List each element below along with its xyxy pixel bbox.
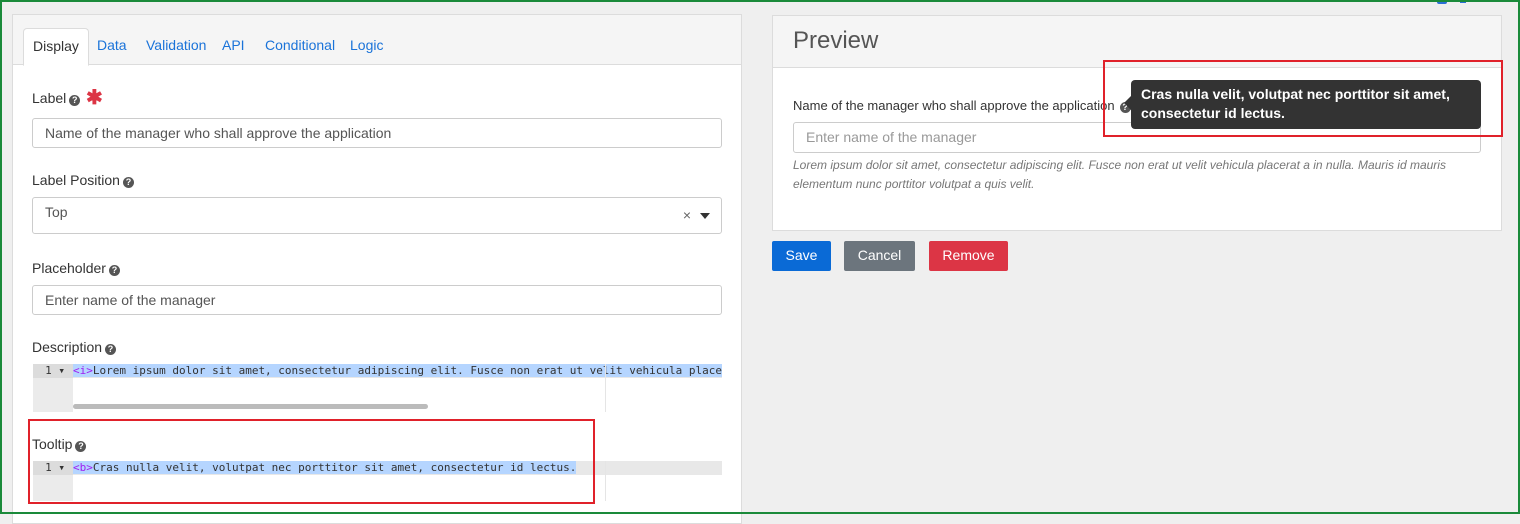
help-icon[interactable]: ? — [122, 177, 134, 188]
settings-tabs: Display Data Validation API Conditional … — [13, 15, 741, 66]
description-code-editor[interactable]: 1 ▾ <i>Lorem ipsum dolor sit amet, conse… — [33, 364, 722, 412]
save-button[interactable]: Save — [772, 241, 831, 271]
horizontal-scrollbar[interactable] — [73, 404, 428, 409]
code-line[interactable]: <i>Lorem ipsum dolor sit amet, consectet… — [73, 364, 722, 378]
help-icon[interactable]: ? — [69, 95, 81, 106]
print-margin — [605, 364, 606, 412]
label-field-label: Label? — [32, 90, 81, 106]
help-icon[interactable]: ? — [108, 265, 120, 276]
line-gutter: 1 ▾ — [33, 364, 73, 412]
tab-conditional[interactable]: Conditional — [265, 29, 335, 65]
placeholder-text: Placeholder — [32, 260, 106, 276]
label-position-select[interactable]: Top × — [32, 197, 722, 234]
description-text: Description — [32, 339, 103, 355]
placeholder-field-label: Placeholder? — [32, 260, 120, 276]
preview-field-label: Name of the manager who shall approve th… — [793, 98, 1131, 113]
clear-icon[interactable]: × — [683, 207, 691, 223]
preview-tooltip-highlight-box — [1103, 60, 1503, 137]
label-position-field-label: Label Position? — [32, 172, 134, 188]
tab-data[interactable]: Data — [97, 29, 127, 65]
label-position-value: Top — [45, 204, 68, 220]
tab-api[interactable]: API — [222, 29, 245, 65]
line-number: 1 ▾ — [33, 364, 73, 378]
remove-button[interactable]: Remove — [929, 241, 1008, 271]
preview-description: Lorem ipsum dolor sit amet, consectetur … — [793, 158, 1446, 191]
tooltip-highlight-box — [28, 419, 595, 504]
html-tag: <i> — [73, 364, 93, 377]
help-icon[interactable]: ? — [105, 344, 117, 355]
tab-display[interactable]: Display — [23, 28, 89, 66]
help-link-icon[interactable] — [1460, 0, 1466, 3]
description-field-label: Description? — [32, 339, 117, 355]
cancel-button[interactable]: Cancel — [844, 241, 915, 271]
required-asterisk-icon: ✱ — [86, 87, 103, 109]
tab-logic[interactable]: Logic — [350, 29, 383, 65]
preview-title: Preview — [793, 27, 879, 54]
chevron-down-icon[interactable] — [700, 213, 710, 219]
user-icon[interactable] — [1437, 0, 1447, 4]
label-input[interactable]: Name of the manager who shall approve th… — [32, 118, 722, 148]
placeholder-input[interactable]: Enter name of the manager — [32, 285, 722, 315]
description-code: Lorem ipsum dolor sit amet, consectetur … — [92, 364, 722, 377]
label-text: Label — [32, 90, 67, 106]
print-margin — [605, 461, 606, 501]
tab-validation[interactable]: Validation — [146, 29, 206, 65]
preview-label-text: Name of the manager who shall approve th… — [793, 98, 1115, 113]
label-position-text: Label Position — [32, 172, 120, 188]
